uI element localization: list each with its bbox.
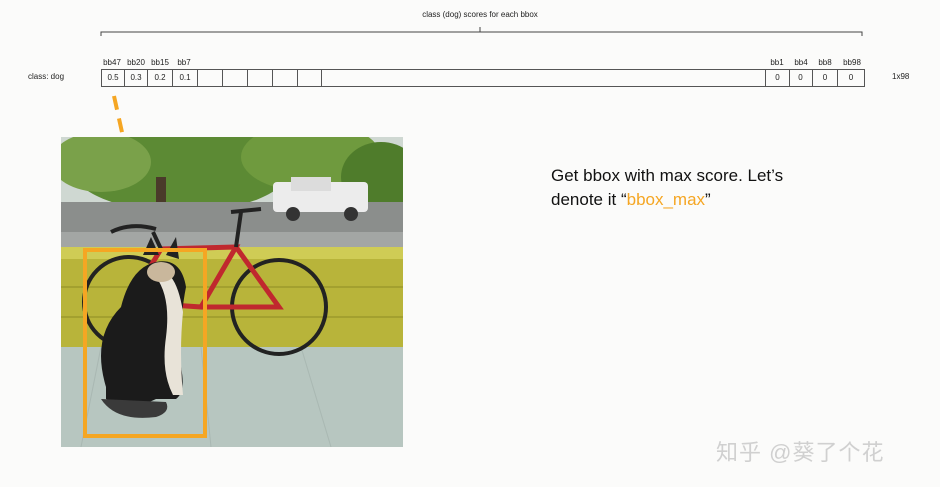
- callout-suffix: ”: [705, 190, 711, 209]
- bbox-max-term: bbox_max: [626, 190, 706, 209]
- bbox-max-rectangle: [83, 248, 207, 438]
- watermark: 知乎 @葵了个花: [716, 440, 885, 465]
- bbox-overlay: [83, 248, 207, 438]
- slide: class (dog) scores for each bbox class: …: [0, 0, 940, 487]
- callout-line-2: denote it “bbox_max”: [551, 188, 783, 212]
- callout-prefix: denote it “: [551, 190, 627, 209]
- callout-text: Get bbox with max score. Let’s denote it…: [551, 164, 783, 212]
- callout-line-1: Get bbox with max score. Let’s: [551, 166, 784, 185]
